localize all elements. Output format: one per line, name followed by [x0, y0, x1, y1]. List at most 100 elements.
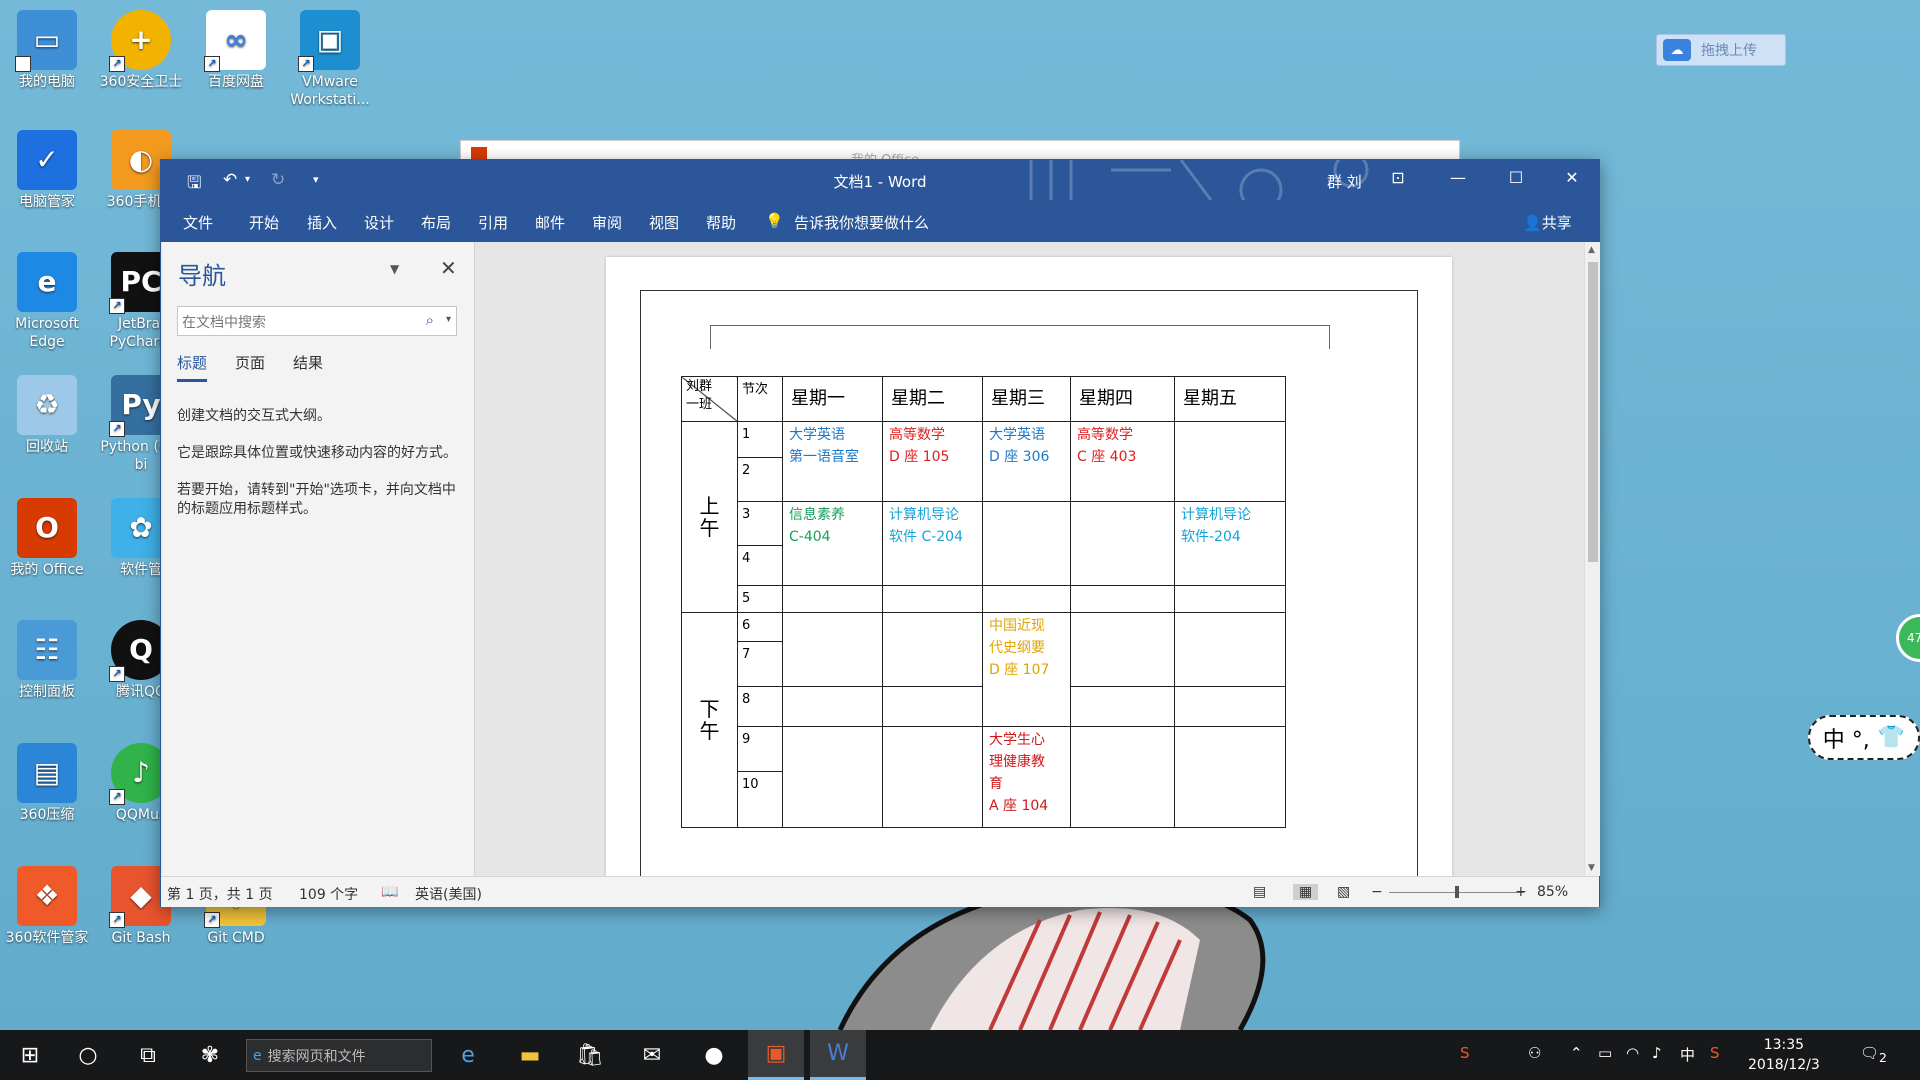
edge-taskbar-icon[interactable]: e	[440, 1030, 496, 1080]
web-layout-icon[interactable]: ▧	[1337, 884, 1350, 900]
class-cell-wed-5[interactable]	[982, 585, 1071, 613]
proofing-icon[interactable]: 📖	[381, 884, 398, 900]
desktop-icon-baidu-netdisk[interactable]: ∞ ↗ 百度网盘	[191, 10, 281, 91]
nav-tab-results[interactable]: 结果	[293, 352, 323, 379]
baidu-icon[interactable]: ✾	[182, 1030, 238, 1080]
tab-view[interactable]: 视图	[649, 212, 679, 233]
tab-insert[interactable]: 插入	[307, 212, 337, 233]
ime-status-bubble[interactable]: 中 °, 👕	[1808, 715, 1920, 760]
zoom-in-icon[interactable]: +	[1515, 884, 1527, 900]
battery-icon[interactable]: ▭	[1598, 1044, 1612, 1062]
nav-tab-headings[interactable]: 标题	[177, 352, 208, 382]
scroll-down-icon[interactable]: ▼	[1588, 863, 1595, 873]
period-cell[interactable]: 4	[737, 545, 783, 586]
sogou-ime-icon[interactable]: S	[1710, 1044, 1720, 1062]
class-cell-wed-678[interactable]: 中国近现 代史纲要 D 座 107	[982, 612, 1071, 727]
day-header-mon[interactable]: 星期一	[782, 376, 883, 422]
class-cell-mon-12[interactable]: 大学英语 第一语音室	[782, 421, 883, 502]
notification-icon[interactable]: 🗨2	[1860, 1044, 1887, 1065]
class-cell-thu-8[interactable]	[1070, 686, 1175, 727]
nav-tab-pages[interactable]: 页面	[235, 352, 265, 379]
class-cell-mon-910[interactable]	[782, 726, 883, 828]
class-cell-fri-5[interactable]	[1174, 585, 1286, 613]
tray-expand-icon[interactable]: ⌃	[1570, 1044, 1583, 1062]
class-cell-thu-5[interactable]	[1070, 585, 1175, 613]
ribbon-display-icon[interactable]: ⊡	[1383, 168, 1413, 187]
class-cell-fri-67[interactable]	[1174, 612, 1286, 687]
cortana-icon[interactable]: ○	[60, 1030, 116, 1080]
zoom-slider-knob[interactable]	[1455, 886, 1459, 898]
github-icon[interactable]: ●	[686, 1030, 742, 1080]
nav-options-icon[interactable]: ▼	[390, 262, 399, 276]
class-cell-thu-34[interactable]	[1070, 501, 1175, 586]
class-cell-fri-8[interactable]	[1174, 686, 1286, 727]
print-layout-icon[interactable]: ▦	[1293, 884, 1319, 900]
day-header-thu[interactable]: 星期四	[1070, 376, 1175, 422]
desktop-icon-my-computer[interactable]: ▭ 我的电脑	[2, 10, 92, 91]
class-cell-mon-8[interactable]	[782, 686, 883, 727]
day-header-tue[interactable]: 星期二	[882, 376, 983, 422]
document-page[interactable]: 刘群 一班 节次 星期一 星期二 星期三 星期四 星期五 上午 1 大学英语 第一语…	[606, 257, 1452, 876]
period-cell[interactable]: 2	[737, 457, 783, 502]
page-count[interactable]: 第 1 页，共 1 页	[167, 884, 273, 904]
period-cell[interactable]: 1	[737, 421, 783, 458]
class-cell-thu-12[interactable]: 高等数学 C 座 403	[1070, 421, 1175, 502]
class-cell-thu-67[interactable]	[1070, 612, 1175, 687]
clock[interactable]: 13:35 2018/12/3	[1748, 1035, 1820, 1075]
office-taskbar-icon[interactable]: ▣	[748, 1030, 804, 1080]
class-cell-tue-12[interactable]: 高等数学 D 座 105	[882, 421, 983, 502]
class-cell-fri-34[interactable]: 计算机导论 软件-204	[1174, 501, 1286, 586]
document-area[interactable]: 刘群 一班 节次 星期一 星期二 星期三 星期四 星期五 上午 1 大学英语 第一语…	[476, 242, 1583, 876]
desktop-icon-360-security[interactable]: + ↗ 360安全卫士	[96, 10, 186, 91]
desktop-icon-recycle-bin[interactable]: ♻ 回收站	[2, 375, 92, 456]
search-icon[interactable]: ⌕	[426, 311, 434, 329]
class-cell-wed-12[interactable]: 大学英语 D 座 306	[982, 421, 1071, 502]
word-count[interactable]: 109 个字	[299, 884, 358, 904]
period-cell[interactable]: 7	[737, 641, 783, 687]
class-cell-tue-8[interactable]	[882, 686, 983, 727]
class-cell-thu-910[interactable]	[1070, 726, 1175, 828]
baidu-upload-button[interactable]: ☁ 拖拽上传	[1656, 34, 1786, 66]
desktop-icon-my-office[interactable]: O 我的 Office	[2, 498, 92, 579]
people-icon[interactable]: ⚇	[1528, 1044, 1541, 1062]
zoom-slider[interactable]	[1389, 886, 1524, 898]
nav-search-input[interactable]: 在文档中搜索 ⌕ ▾	[177, 306, 457, 336]
desktop-icon-vmware[interactable]: ▣ ↗ VMware Workstati...	[285, 10, 375, 109]
session-morning[interactable]: 上午	[681, 421, 738, 613]
maximize-button[interactable]: ☐	[1501, 168, 1531, 187]
taskbar-search-input[interactable]: e 搜索网页和文件	[246, 1039, 432, 1072]
class-cell-mon-5[interactable]	[782, 585, 883, 613]
ime-indicator[interactable]: 中	[1680, 1044, 1695, 1065]
tab-help[interactable]: 帮助	[706, 212, 736, 233]
file-explorer-icon[interactable]: ▬	[502, 1030, 558, 1080]
tab-review[interactable]: 审阅	[592, 212, 622, 233]
period-cell[interactable]: 8	[737, 686, 783, 727]
class-cell-tue-34[interactable]: 计算机导论 软件 C-204	[882, 501, 983, 586]
zoom-level[interactable]: 85%	[1537, 884, 1568, 900]
class-cell-tue-910[interactable]	[882, 726, 983, 828]
language[interactable]: 英语(美国)	[415, 884, 482, 904]
period-cell[interactable]: 6	[737, 612, 783, 642]
period-cell[interactable]: 3	[737, 501, 783, 546]
minimize-button[interactable]: —	[1443, 168, 1473, 187]
desktop-icon-edge[interactable]: e Microsoft Edge	[2, 252, 92, 351]
scroll-up-icon[interactable]: ▲	[1588, 245, 1595, 255]
desktop-icon-360-zip[interactable]: ▤ 360压缩	[2, 743, 92, 824]
class-cell-wed-910[interactable]: 大学生心 理健康教育 A 座 104	[982, 726, 1071, 828]
nav-close-icon[interactable]: ✕	[440, 256, 457, 280]
start-button[interactable]: ⊞	[2, 1030, 58, 1080]
read-mode-icon[interactable]: ▤	[1253, 884, 1266, 900]
tab-layout[interactable]: 布局	[421, 212, 451, 233]
tell-me-box[interactable]: 告诉我你想要做什么	[794, 212, 929, 233]
mail-icon[interactable]: ✉	[624, 1030, 680, 1080]
store-icon[interactable]: 🛍	[562, 1030, 618, 1080]
scroll-thumb[interactable]	[1588, 262, 1598, 562]
word-taskbar-icon[interactable]: W	[810, 1030, 866, 1080]
period-cell[interactable]: 9	[737, 726, 783, 772]
tab-mailings[interactable]: 邮件	[535, 212, 565, 233]
close-button[interactable]: ✕	[1557, 168, 1587, 187]
desktop-icon-pc-manager[interactable]: ✓ 电脑管家	[2, 130, 92, 211]
table-corner-cell[interactable]: 刘群 一班	[681, 376, 738, 422]
task-view-icon[interactable]: ⧉	[120, 1030, 176, 1080]
day-header-fri[interactable]: 星期五	[1174, 376, 1286, 422]
